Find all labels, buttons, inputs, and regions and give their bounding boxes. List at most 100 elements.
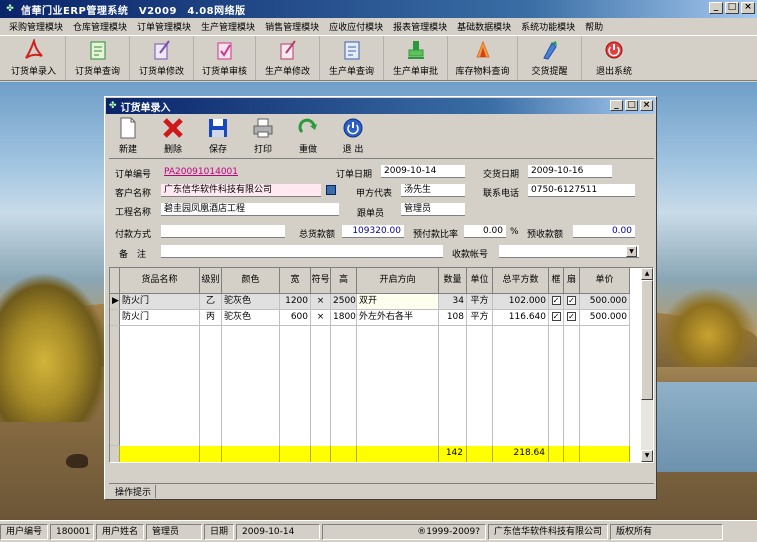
production-query-button[interactable]: 生产单查询 [320, 36, 384, 80]
cell-qty[interactable]: 34 [439, 294, 467, 310]
minimize-button[interactable]: _ [709, 2, 723, 14]
col-direction[interactable]: 开启方向 [357, 268, 439, 294]
order-form: 订单编号 PA20091014001 订单日期 2009-10-14 交货日期 … [109, 163, 654, 263]
phone-field[interactable]: 0750-6127511 [528, 184, 635, 197]
child-maximize-button[interactable]: □ [625, 100, 638, 111]
menu-base-data[interactable]: 基础数据模块 [452, 20, 516, 33]
print-button[interactable]: 打印 [244, 116, 282, 158]
cell-grade[interactable]: 乙 [200, 294, 222, 310]
menu-system[interactable]: 系统功能模块 [516, 20, 580, 33]
account-dropdown-icon[interactable]: ▼ [626, 246, 637, 257]
frame-checkbox[interactable]: ✓ [551, 296, 561, 305]
order-entry-button[interactable]: 订货单录入 [2, 36, 66, 80]
prepay-amount-field[interactable]: 0.00 [573, 225, 635, 238]
scroll-up-icon[interactable]: ▲ [641, 268, 653, 280]
menu-purchase[interactable]: 采购管理模块 [4, 20, 68, 33]
cell-color[interactable]: 驼灰色 [222, 310, 280, 326]
col-qty[interactable]: 数量 [439, 268, 467, 294]
col-area[interactable]: 总平方数 [493, 268, 549, 294]
delete-button[interactable]: 删除 [154, 116, 192, 158]
menu-sales[interactable]: 销售管理模块 [260, 20, 324, 33]
menu-help[interactable]: 帮助 [580, 20, 608, 33]
col-price[interactable]: 单价 [580, 268, 630, 294]
table-row[interactable]: ▶ 防火门 乙 驼灰色 1200 × 2500 双开 34 平方 102.000… [110, 294, 630, 310]
child-close-button[interactable]: × [640, 100, 653, 111]
cell-direction[interactable]: 外左外右各半 [357, 310, 439, 326]
redo-button[interactable]: 重做 [289, 116, 327, 158]
order-modify-button[interactable]: 订货单修改 [130, 36, 194, 80]
cell-price[interactable]: 500.000 [580, 310, 630, 326]
leaf-checkbox[interactable]: ✓ [567, 296, 576, 305]
menu-warehouse[interactable]: 仓库管理模块 [68, 20, 132, 33]
col-name[interactable]: 货品名称 [120, 268, 200, 294]
frame-checkbox[interactable]: ✓ [551, 312, 561, 321]
account-select[interactable] [499, 245, 639, 258]
cell-price[interactable]: 500.000 [580, 294, 630, 310]
col-frame[interactable]: 框 [549, 268, 564, 294]
order-no-field[interactable]: PA20091014001 [161, 166, 273, 179]
project-field[interactable]: 碧圭园凤凰酒店工程 [161, 203, 339, 216]
prepay-ratio-field[interactable]: 0.00 [464, 225, 506, 238]
follower-field[interactable]: 管理员 [401, 203, 465, 216]
maximize-button[interactable]: □ [725, 2, 739, 14]
cell-height[interactable]: 1800 [331, 310, 357, 326]
close-button[interactable]: × [741, 2, 755, 14]
cell-unit[interactable]: 平方 [467, 294, 493, 310]
box-icon [473, 39, 493, 61]
col-color[interactable]: 颜色 [222, 268, 280, 294]
cell-name[interactable]: 防火门 [120, 310, 200, 326]
cell-leaf[interactable]: ✓ [564, 294, 580, 310]
col-symbol[interactable]: 符号 [311, 268, 331, 294]
cell-unit[interactable]: 平方 [467, 310, 493, 326]
delivery-reminder-button[interactable]: 交货提醒 [518, 36, 582, 80]
cell-color[interactable]: 驼灰色 [222, 294, 280, 310]
rep-field[interactable]: 汤先生 [401, 184, 465, 197]
menu-reports[interactable]: 报表管理模块 [388, 20, 452, 33]
child-minimize-button[interactable]: _ [610, 100, 623, 111]
customer-field[interactable]: 广东信华软件科技有限公司 [161, 184, 321, 197]
app-title-bar[interactable]: ✤ 信華门业ERP管理系统 V2009 4.08网络版 _ □ × [0, 0, 757, 18]
grid-header: 货品名称 级别 颜色 宽 符号 高 开启方向 数量 单位 总平方数 框 扇 单价 [110, 268, 630, 294]
exit-button[interactable]: 退 出 [334, 116, 372, 158]
table-row[interactable]: 防火门 丙 驼灰色 600 × 1800 外左外右各半 108 平方 116.6… [110, 310, 630, 326]
order-entry-title-bar[interactable]: ✤ 订货单录入 _ □ × [106, 98, 655, 114]
cell-frame[interactable]: ✓ [549, 294, 564, 310]
menu-receivable-payable[interactable]: 应收应付模块 [324, 20, 388, 33]
cell-area[interactable]: 102.000 [493, 294, 549, 310]
cell-direction[interactable]: 双开 [357, 294, 439, 310]
menu-production[interactable]: 生产管理模块 [196, 20, 260, 33]
scroll-thumb[interactable] [641, 280, 653, 400]
save-button[interactable]: 保存 [199, 116, 237, 158]
cell-width[interactable]: 1200 [280, 294, 311, 310]
leaf-checkbox[interactable]: ✓ [567, 312, 576, 321]
cell-name[interactable]: 防火门 [120, 294, 200, 310]
customer-lookup-icon[interactable] [326, 185, 336, 195]
col-width[interactable]: 宽 [280, 268, 311, 294]
cell-grade[interactable]: 丙 [200, 310, 222, 326]
menu-orders[interactable]: 订单管理模块 [132, 20, 196, 33]
new-button[interactable]: 新建 [109, 116, 147, 158]
payment-field[interactable] [161, 225, 285, 238]
grid-vertical-scrollbar[interactable]: ▲ ▼ [641, 268, 653, 462]
scroll-down-icon[interactable]: ▼ [641, 450, 653, 462]
order-query-button[interactable]: 订货单查询 [66, 36, 130, 80]
cell-frame[interactable]: ✓ [549, 310, 564, 326]
inventory-query-button[interactable]: 库存物料查询 [448, 36, 518, 80]
col-leaf[interactable]: 扇 [564, 268, 580, 294]
production-modify-button[interactable]: 生产单修改 [256, 36, 320, 80]
cell-width[interactable]: 600 [280, 310, 311, 326]
col-unit[interactable]: 单位 [467, 268, 493, 294]
cell-leaf[interactable]: ✓ [564, 310, 580, 326]
col-height[interactable]: 高 [331, 268, 357, 294]
production-approve-button[interactable]: 生产单审批 [384, 36, 448, 80]
exit-system-button[interactable]: 退出系统 [582, 36, 646, 80]
cell-height[interactable]: 2500 [331, 294, 357, 310]
total-field[interactable]: 109320.00 [342, 225, 404, 238]
col-grade[interactable]: 级别 [200, 268, 222, 294]
cell-qty[interactable]: 108 [439, 310, 467, 326]
cell-area[interactable]: 116.640 [493, 310, 549, 326]
order-date-field[interactable]: 2009-10-14 [381, 165, 465, 178]
note-field[interactable] [161, 245, 443, 258]
order-audit-button[interactable]: 订货单审核 [194, 36, 256, 80]
delivery-date-field[interactable]: 2009-10-16 [528, 165, 612, 178]
